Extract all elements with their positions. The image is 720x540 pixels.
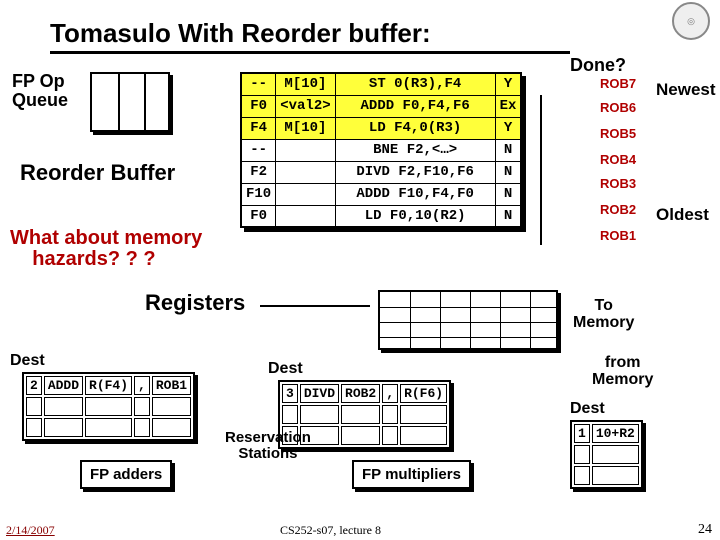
rob-tag-1: ROB1	[600, 228, 636, 243]
done-header: Done?	[570, 55, 626, 76]
slide-title: Tomasulo With Reorder buffer:	[50, 18, 570, 54]
rob-tag-5: ROB5	[600, 126, 636, 141]
rob-tag-7: ROB7	[600, 76, 636, 91]
footer-page-number: 24	[698, 522, 712, 538]
to-memory-label: To Memory	[573, 298, 634, 332]
university-seal-icon: ◎	[672, 2, 710, 40]
fp-op-queue-label: FP Op Queue	[12, 72, 68, 110]
reorder-buffer-table: --M[10]ST 0(R3),F4Y F0<val2>ADDD F0,F4,F…	[240, 72, 522, 228]
rob-tag-3: ROB3	[600, 176, 636, 191]
dest-label-left: Dest	[10, 352, 45, 370]
fp-adders-box: FP adders	[80, 460, 172, 489]
fp-op-queue-box	[90, 72, 170, 132]
dest-label-mid: Dest	[268, 360, 303, 378]
dest-label-right: Dest	[570, 400, 605, 418]
arrow-line	[260, 305, 370, 307]
rob-tag-4: ROB4	[600, 152, 636, 167]
footer-date: 2/14/2007	[6, 523, 55, 538]
fp-multipliers-box: FP multipliers	[352, 460, 471, 489]
arrow-line	[540, 95, 542, 245]
memory-hazards-question: What about memory hazards? ? ?	[10, 228, 202, 270]
footer-lecture: CS252-s07, lecture 8	[280, 523, 381, 538]
reservation-stations-label: Reservation Stations	[225, 430, 311, 462]
registers-box	[378, 290, 558, 350]
registers-label: Registers	[145, 290, 245, 316]
newest-label: Newest	[656, 80, 716, 100]
rob-tag-2: ROB2	[600, 202, 636, 217]
rs-adder: 2ADDDR(F4),ROB1	[22, 372, 195, 441]
from-memory-label: from Memory	[592, 355, 653, 389]
rob-tag-6: ROB6	[600, 100, 636, 115]
rs-load: 110+R2	[570, 420, 643, 489]
reorder-buffer-label: Reorder Buffer	[20, 160, 175, 186]
oldest-label: Oldest	[656, 205, 709, 225]
